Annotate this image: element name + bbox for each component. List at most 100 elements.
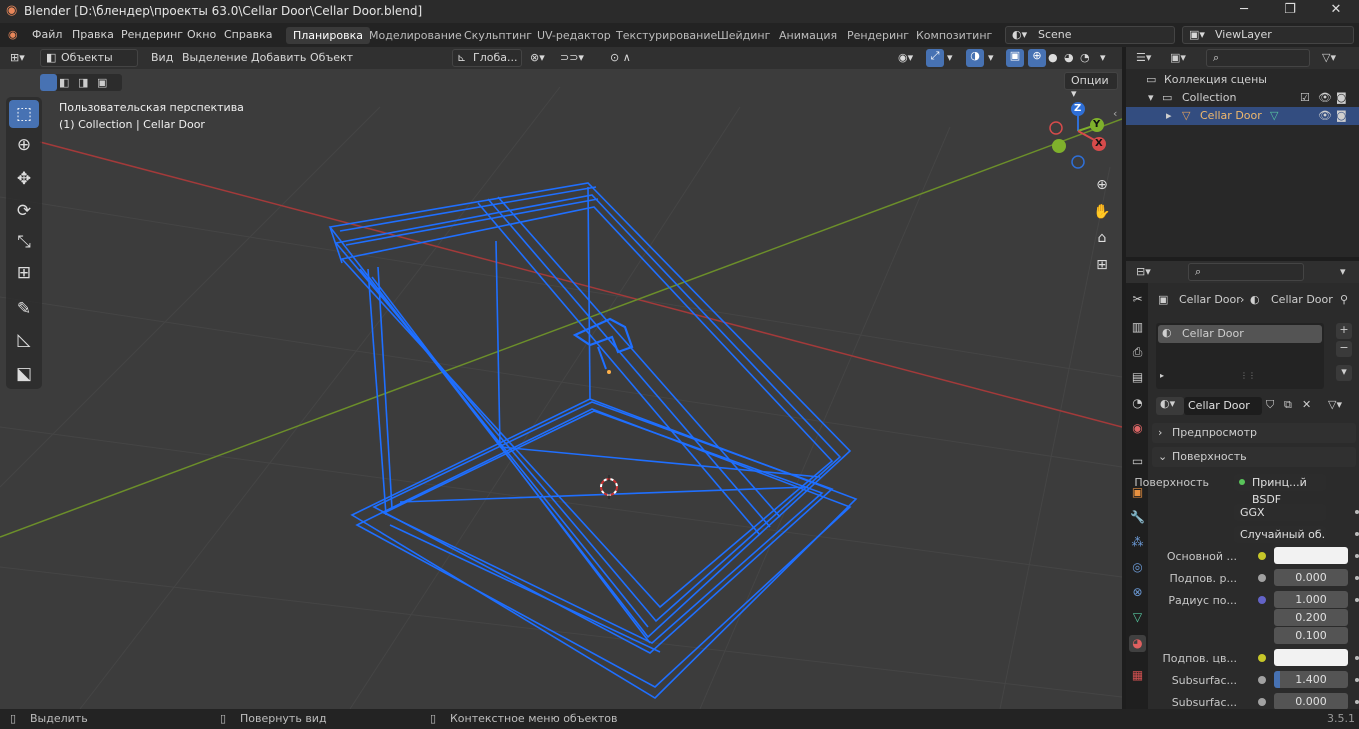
tab-texture-paint[interactable]: Текстурирование bbox=[609, 27, 724, 44]
properties-options-icon[interactable]: ▾ bbox=[1340, 265, 1346, 278]
ior-socket-icon[interactable] bbox=[1258, 676, 1266, 684]
select-new-icon[interactable] bbox=[40, 74, 57, 91]
duplicate-material-icon[interactable]: ⧉ bbox=[1284, 398, 1292, 412]
mode-dropdown[interactable]: ◧ Объекты bbox=[40, 49, 138, 67]
tab-uv-editing[interactable]: UV-редактор bbox=[530, 27, 618, 44]
subsurface-method-keyframe-icon[interactable] bbox=[1355, 532, 1359, 536]
tab-shading[interactable]: Шейдинг bbox=[710, 27, 777, 44]
subsurface-radius-keyframe-icon[interactable] bbox=[1355, 598, 1359, 602]
tab-animation[interactable]: Анимация bbox=[772, 27, 844, 44]
outliner-search-input[interactable]: ⌕ bbox=[1206, 49, 1310, 67]
world-tab-icon[interactable]: ◉ bbox=[1129, 420, 1146, 437]
base-color-swatch[interactable] bbox=[1274, 547, 1348, 564]
pin-icon[interactable]: ⚲ bbox=[1340, 293, 1348, 306]
scene-canvas[interactable] bbox=[0, 47, 1122, 709]
surface-shader-dropdown[interactable]: Принц...й BSDF bbox=[1234, 474, 1326, 506]
add-cube-tool-icon[interactable]: ⬕ bbox=[9, 360, 39, 388]
menu-select[interactable]: Выделение bbox=[182, 51, 248, 64]
outliner-editor-icon[interactable]: ☰▾ bbox=[1136, 51, 1151, 64]
tab-rendering[interactable]: Рендеринг bbox=[840, 27, 916, 44]
subsurface-radius-y[interactable]: 0.200 bbox=[1274, 609, 1348, 626]
particles-tab-icon[interactable]: ⁂ bbox=[1129, 534, 1146, 551]
tab-modeling[interactable]: Моделирование bbox=[362, 27, 469, 44]
subsurface-method-dropdown[interactable]: Случайный об... bbox=[1234, 526, 1326, 543]
vector-socket-icon[interactable] bbox=[1258, 596, 1266, 604]
texture-tab-icon[interactable]: ▦ bbox=[1129, 667, 1146, 684]
viewlayer-selector[interactable]: ▣▾ ViewLayer bbox=[1182, 26, 1354, 44]
menu-file[interactable]: Файл bbox=[32, 28, 62, 41]
select-box-tool-icon[interactable]: ⬚ bbox=[9, 100, 39, 128]
subsurface-anisotropy-value[interactable]: 0.000 bbox=[1274, 693, 1348, 710]
menu-object[interactable]: Объект bbox=[310, 51, 353, 64]
visibility-icon[interactable]: ◉▾ bbox=[898, 51, 913, 64]
cursor-tool-icon[interactable]: ⊕ bbox=[9, 131, 39, 159]
snap-icon[interactable]: ⊃⊃▾ bbox=[560, 51, 584, 64]
subsurface-color-socket-icon[interactable] bbox=[1258, 654, 1266, 662]
annotate-tool-icon[interactable]: ✎ bbox=[9, 295, 39, 323]
perspective-toggle-icon[interactable]: ⊞ bbox=[1090, 253, 1114, 277]
exclude-checkbox-icon[interactable]: ☑ bbox=[1300, 91, 1310, 104]
scene-selector[interactable]: ◐▾ Scene bbox=[1005, 26, 1175, 44]
object-render-icon[interactable]: ◙ bbox=[1336, 109, 1347, 122]
scale-tool-icon[interactable]: ⤡ bbox=[9, 228, 39, 256]
properties-search-input[interactable]: ⌕ bbox=[1188, 263, 1304, 281]
select-invert-icon[interactable]: ▣ bbox=[97, 76, 107, 89]
proportional-edit-icon[interactable]: ⊙ ∧ bbox=[610, 51, 631, 64]
properties-editor-icon[interactable]: ⊟▾ bbox=[1136, 265, 1151, 278]
material-link-icon[interactable]: ▽▾ bbox=[1328, 398, 1342, 411]
menu-view[interactable]: Вид bbox=[151, 51, 173, 64]
xray-icon[interactable]: ▣ bbox=[1006, 49, 1024, 67]
material-tab-icon[interactable]: ◕ bbox=[1129, 635, 1146, 652]
3d-viewport[interactable]: ⊞▾ ◧ Объекты Вид Выделение Добавить Объе… bbox=[0, 47, 1122, 709]
collection-visibility-icon[interactable]: 👁 bbox=[1318, 91, 1332, 104]
tab-layout[interactable]: Планировка bbox=[286, 27, 370, 44]
editor-type-icon[interactable]: ⊞▾ bbox=[10, 51, 25, 64]
slot-expand-icon[interactable]: ▸ bbox=[1160, 371, 1164, 380]
collection-label[interactable]: Collection bbox=[1182, 91, 1236, 104]
overlays-icon[interactable]: ◑ bbox=[966, 49, 984, 67]
expand-collection-icon[interactable]: ▾ bbox=[1148, 91, 1154, 104]
menu-add[interactable]: Добавить bbox=[251, 51, 306, 64]
physics-tab-icon[interactable]: ◎ bbox=[1129, 559, 1146, 576]
solid-shading-icon[interactable]: ● bbox=[1048, 51, 1058, 64]
subsurface-color-swatch[interactable] bbox=[1274, 649, 1348, 666]
options-dropdown[interactable]: Опции ▾ bbox=[1064, 72, 1118, 100]
material-name-field[interactable]: Cellar Door bbox=[1184, 397, 1262, 415]
collection-render-icon[interactable]: ◙ bbox=[1336, 91, 1347, 104]
wireframe-shading-icon[interactable]: ⊕ bbox=[1028, 49, 1046, 67]
subsurface-keyframe-icon[interactable] bbox=[1355, 576, 1359, 580]
blender-menu-icon[interactable]: ◉ bbox=[8, 28, 18, 41]
base-color-keyframe-icon[interactable] bbox=[1355, 554, 1359, 558]
scene-tab-icon[interactable]: ◔ bbox=[1129, 395, 1146, 412]
unlink-material-icon[interactable]: ✕ bbox=[1302, 398, 1311, 411]
output-tab-icon[interactable]: ⎙ bbox=[1129, 344, 1146, 361]
float-socket-icon[interactable] bbox=[1258, 574, 1266, 582]
close-button[interactable]: ✕ bbox=[1313, 2, 1359, 22]
zoom-icon[interactable]: ⊕ bbox=[1090, 173, 1114, 197]
display-mode-icon[interactable]: ▣▾ bbox=[1170, 51, 1186, 64]
rendered-shading-icon[interactable]: ◔ bbox=[1080, 51, 1090, 64]
tab-compositing[interactable]: Композитинг bbox=[909, 27, 999, 44]
pan-hand-icon[interactable]: ✋ bbox=[1090, 200, 1114, 224]
expand-object-icon[interactable]: ▸ bbox=[1166, 109, 1172, 122]
slot-resize-handle[interactable]: ⋮⋮ bbox=[1240, 371, 1256, 380]
transform-tool-icon[interactable]: ⊞ bbox=[9, 259, 39, 287]
shading-dropdown-icon[interactable]: ▾ bbox=[1100, 51, 1106, 64]
constraints-tab-icon[interactable]: ⊗ bbox=[1129, 584, 1146, 601]
tab-sculpting[interactable]: Скульптинг bbox=[457, 27, 539, 44]
distribution-dropdown[interactable]: GGX bbox=[1234, 504, 1326, 521]
minimize-button[interactable]: ─ bbox=[1221, 2, 1267, 22]
fake-user-icon[interactable]: ⛉ bbox=[1266, 398, 1274, 412]
collection-tab-icon[interactable]: ▭ bbox=[1129, 453, 1146, 470]
modifier-tab-icon[interactable]: 🔧 bbox=[1129, 509, 1146, 526]
subsurface-color-keyframe-icon[interactable] bbox=[1355, 656, 1359, 660]
scene-collection-label[interactable]: Коллекция сцены bbox=[1164, 73, 1267, 86]
measure-tool-icon[interactable]: ◺ bbox=[9, 326, 39, 354]
gizmo-toggle-icon[interactable]: ⤢ bbox=[926, 49, 944, 67]
material-slot-item[interactable]: ◐ Cellar Door bbox=[1158, 325, 1322, 343]
subsurface-ior-keyframe-icon[interactable] bbox=[1355, 678, 1359, 682]
add-slot-button[interactable]: + bbox=[1336, 323, 1352, 339]
subsurface-radius-x[interactable]: 1.000 bbox=[1274, 591, 1348, 608]
move-tool-icon[interactable]: ✥ bbox=[9, 165, 39, 193]
view-layer-tab-icon[interactable]: ▤ bbox=[1129, 369, 1146, 386]
